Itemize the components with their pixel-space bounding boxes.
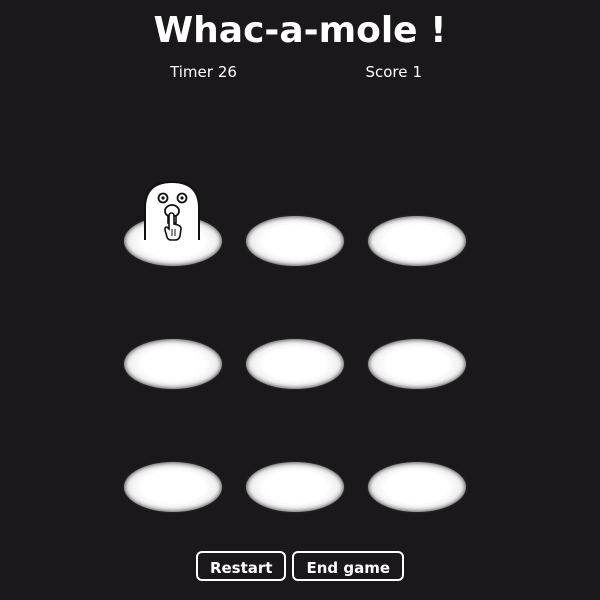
hole-5[interactable] (246, 339, 344, 389)
hole-9[interactable] (368, 462, 466, 512)
pointer-cursor-icon (164, 212, 182, 241)
hole-3[interactable] (368, 216, 466, 266)
mole-board (0, 0, 600, 600)
hole-8[interactable] (246, 462, 344, 512)
hole-4[interactable] (124, 339, 222, 389)
hole-6[interactable] (368, 339, 466, 389)
hole-7[interactable] (124, 462, 222, 512)
controls: Restart End game (0, 551, 600, 581)
restart-button[interactable]: Restart (195, 551, 287, 581)
hole-2[interactable] (246, 216, 344, 266)
end-game-button[interactable]: End game (292, 551, 405, 581)
